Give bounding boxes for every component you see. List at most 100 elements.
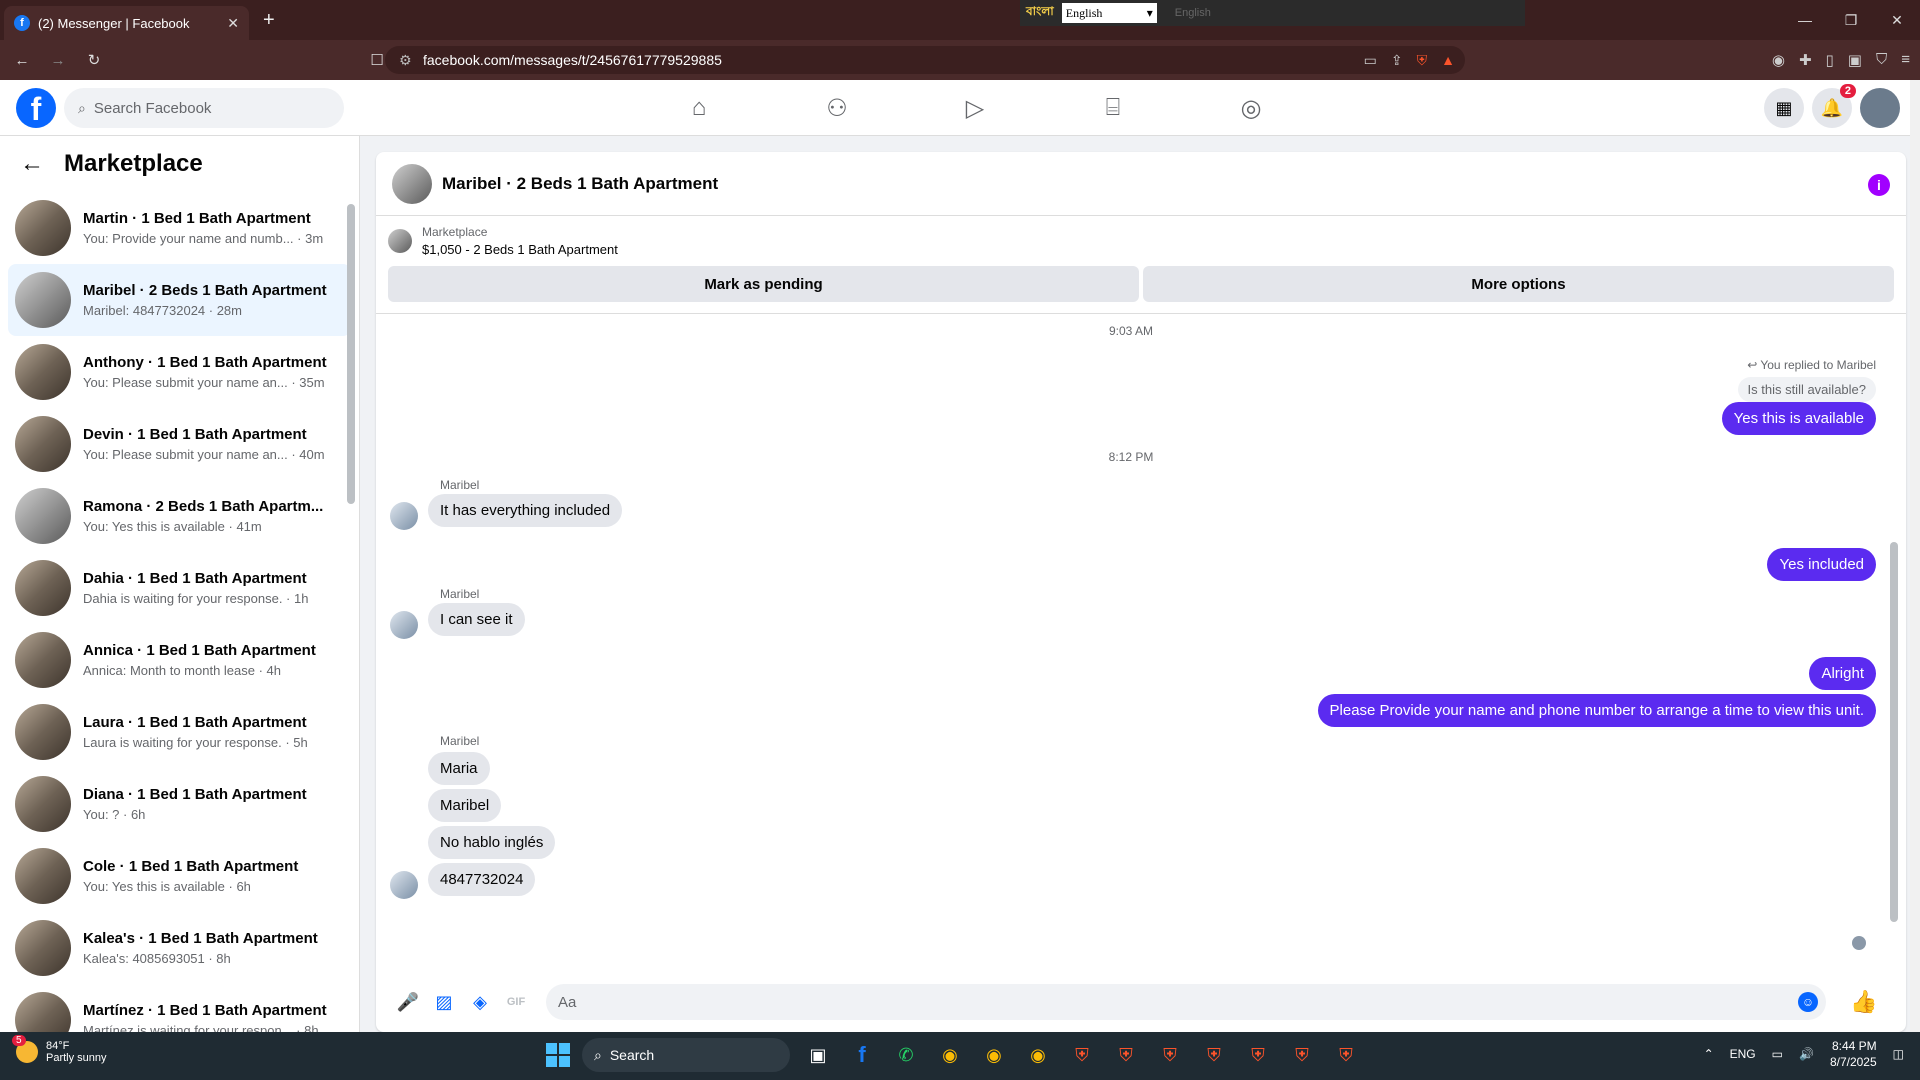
input-language[interactable]: ENG xyxy=(1730,1047,1756,1061)
brave-icon[interactable]: ⛨ xyxy=(1066,1039,1098,1071)
photo-icon[interactable]: ▨ xyxy=(426,984,462,1020)
brave-icon[interactable]: ⛨ xyxy=(1198,1039,1230,1071)
emoji-icon[interactable]: ☺ xyxy=(1798,992,1818,1012)
conversation-item[interactable]: Kalea's · 1 Bed 1 Bath Apartment Kalea's:… xyxy=(8,912,351,984)
close-window-button[interactable]: ✕ xyxy=(1874,12,1920,29)
brave-shield-icon[interactable]: ⛨ xyxy=(1417,52,1428,69)
back-arrow-icon[interactable]: ← xyxy=(20,150,44,178)
chrome-icon[interactable]: ◉ xyxy=(934,1039,966,1071)
conversation-item[interactable]: Anthony · 1 Bed 1 Bath Apartment You: Ple… xyxy=(8,336,351,408)
outgoing-message[interactable]: Please Provide your name and phone numbe… xyxy=(1317,694,1876,727)
incoming-message[interactable]: I can see it xyxy=(428,603,525,636)
conversation-item-active[interactable]: Maribel · 2 Beds 1 Bath Apartment Maribel… xyxy=(8,264,351,336)
page-scrollbar[interactable] xyxy=(1910,80,1920,1032)
minimize-button[interactable]: — xyxy=(1782,12,1828,28)
facebook-search-input[interactable]: ⌕ Search Facebook xyxy=(64,88,344,128)
notifications-button[interactable]: 🔔 2 xyxy=(1812,84,1856,128)
brave-rewards-icon[interactable]: ▲ xyxy=(1441,52,1455,69)
chrome-profile-icon[interactable]: ◉ xyxy=(978,1039,1010,1071)
incoming-message[interactable]: Maria xyxy=(428,752,490,785)
gif-icon[interactable]: GIF xyxy=(498,984,534,1020)
conversation-item[interactable]: Martínez · 1 Bed 1 Bath Apartment Martíne… xyxy=(8,984,351,1032)
maximize-button[interactable]: ❐ xyxy=(1828,12,1874,29)
chrome-profile-2-icon[interactable]: ◉ xyxy=(1022,1039,1054,1071)
forward-icon[interactable]: → xyxy=(44,52,72,69)
menu-grid-icon[interactable]: ▦ xyxy=(1764,88,1804,128)
wallet-icon[interactable]: ▣ xyxy=(1848,51,1862,69)
puzzle-icon[interactable]: ✚ xyxy=(1799,51,1812,69)
sidebar-scrollbar[interactable] xyxy=(347,204,355,504)
conversation-item[interactable]: Cole · 1 Bed 1 Bath Apartment You: Yes th… xyxy=(8,840,351,912)
url-bar[interactable]: ⚙ facebook.com/messages/t/24567617779529… xyxy=(385,46,1465,74)
vpn-icon[interactable]: ⛉ xyxy=(1876,51,1887,69)
marketplace-icon[interactable]: ⌸ xyxy=(1044,80,1182,136)
message-thread: 9:03 AM ↩ You replied to Maribel Is this… xyxy=(376,314,1906,964)
conversation-item[interactable]: Ramona · 2 Beds 1 Bath Apartm... You: Yes… xyxy=(8,480,351,552)
outgoing-message[interactable]: Yes included xyxy=(1767,548,1876,581)
site-settings-icon[interactable]: ⚙ xyxy=(399,52,412,69)
sticker-icon[interactable]: ◈ xyxy=(462,984,498,1020)
extension-icon[interactable]: ◉ xyxy=(1772,51,1785,69)
chevron-up-icon[interactable]: ⌃ xyxy=(1704,1047,1714,1061)
incoming-message[interactable]: 4847732024 xyxy=(428,863,536,896)
taskbar-search[interactable]: ⌕ Search xyxy=(582,1038,790,1072)
listing-price-title[interactable]: $1,050 - 2 Beds 1 Bath Apartment xyxy=(422,242,618,257)
brave-icon[interactable]: ⛨ xyxy=(1330,1039,1362,1071)
reload-icon[interactable]: ↻ xyxy=(80,51,108,69)
network-icon[interactable]: ▭ xyxy=(1772,1047,1783,1061)
incoming-message[interactable]: Maribel xyxy=(428,789,502,822)
language-select[interactable]: English ▾ xyxy=(1061,3,1157,23)
conversation-item[interactable]: Devin · 1 Bed 1 Bath Apartment You: Pleas… xyxy=(8,408,351,480)
conversation-item[interactable]: Laura · 1 Bed 1 Bath Apartment Laura is w… xyxy=(8,696,351,768)
sender-avatar[interactable] xyxy=(390,502,418,530)
brave-icon[interactable]: ⛨ xyxy=(1242,1039,1274,1071)
incoming-message[interactable]: No hablo inglés xyxy=(428,826,556,859)
groups-icon[interactable]: ◎ xyxy=(1182,80,1320,136)
home-icon[interactable]: ⌂ xyxy=(630,80,768,136)
back-icon[interactable]: ← xyxy=(8,52,36,69)
conversation-item[interactable]: Annica · 1 Bed 1 Bath Apartment Annica: M… xyxy=(8,624,351,696)
facebook-logo-icon[interactable]: f xyxy=(16,88,56,128)
brave-icon[interactable]: ⛨ xyxy=(1154,1039,1186,1071)
listing-thumbnail xyxy=(15,200,71,256)
info-icon[interactable]: i xyxy=(1868,174,1890,196)
chat-listing-thumbnail[interactable] xyxy=(392,163,432,204)
weather-widget[interactable]: 5 84°F Partly sunny xyxy=(12,1035,107,1064)
outgoing-message[interactable]: Alright xyxy=(1809,657,1876,690)
whatsapp-icon[interactable]: ✆ xyxy=(890,1039,922,1071)
notification-center-icon[interactable]: ◫ xyxy=(1893,1047,1904,1061)
task-view-icon[interactable]: ▣ xyxy=(802,1039,834,1071)
brave-icon[interactable]: ⛨ xyxy=(1286,1039,1318,1071)
more-options-button[interactable]: More options xyxy=(1143,266,1894,302)
clock[interactable]: 8:44 PM 8/7/2025 xyxy=(1830,1038,1877,1070)
conversation-item[interactable]: Diana · 1 Bed 1 Bath Apartment You: ? · 6… xyxy=(8,768,351,840)
mark-as-pending-button[interactable]: Mark as pending xyxy=(388,266,1139,302)
tab-close-icon[interactable]: ✕ xyxy=(227,15,239,32)
windows-start-icon[interactable] xyxy=(546,1043,570,1067)
chat-title[interactable]: Maribel · 2 Beds 1 Bath Apartment xyxy=(442,174,718,194)
message-input[interactable]: Aa ☺ xyxy=(546,984,1826,1020)
sender-avatar[interactable] xyxy=(390,871,418,899)
thumbs-up-icon[interactable]: 👍 xyxy=(1850,989,1877,1015)
browser-tab-messenger[interactable]: f (2) Messenger | Facebook ✕ xyxy=(4,6,249,40)
bell-icon: 🔔 xyxy=(1820,97,1844,118)
profile-avatar[interactable] xyxy=(1860,88,1900,128)
facebook-app-icon[interactable]: f xyxy=(846,1039,878,1071)
video-icon[interactable]: ▷ xyxy=(906,80,1044,136)
sender-avatar[interactable] xyxy=(390,611,418,639)
volume-icon[interactable]: 🔊 xyxy=(1799,1047,1814,1061)
chat-scrollbar[interactable] xyxy=(1890,542,1898,922)
sidebar-icon[interactable]: ▯ xyxy=(1826,51,1834,69)
cast-icon[interactable]: ▭ xyxy=(1364,52,1377,69)
new-tab-button[interactable]: + xyxy=(263,9,275,32)
quoted-message[interactable]: Is this still available? xyxy=(1737,377,1876,402)
outgoing-message[interactable]: Yes this is available xyxy=(1721,402,1876,435)
brave-icon[interactable]: ⛨ xyxy=(1110,1039,1142,1071)
share-icon[interactable]: ⇪ xyxy=(1391,52,1403,69)
friends-icon[interactable]: ⚇ xyxy=(768,80,906,136)
microphone-icon[interactable]: 🎤 xyxy=(390,984,426,1020)
conversation-item[interactable]: Martin · 1 Bed 1 Bath Apartment You: Prov… xyxy=(8,192,351,264)
incoming-message[interactable]: It has everything included xyxy=(428,494,623,527)
conversation-item[interactable]: Dahia · 1 Bed 1 Bath Apartment Dahia is w… xyxy=(8,552,351,624)
menu-icon[interactable]: ≡ xyxy=(1901,51,1910,69)
